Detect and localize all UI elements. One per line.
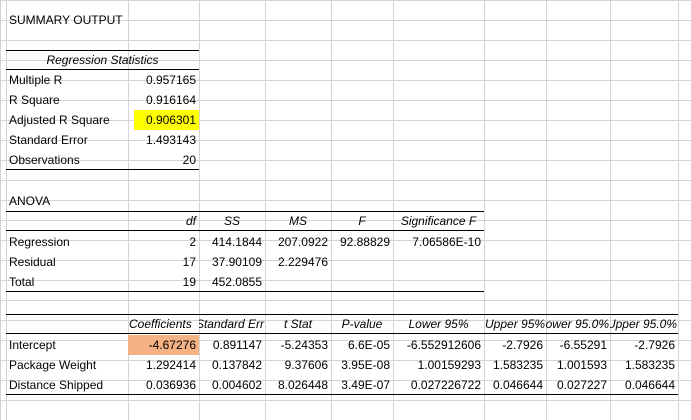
anova-df[interactable]: 2 — [128, 232, 199, 252]
coef-cell[interactable]: 0.137842 — [199, 355, 265, 375]
coef-cell[interactable]: 1.001593 — [546, 355, 610, 375]
coef-header: Standard Err — [199, 314, 265, 334]
coef-header: t Stat — [265, 314, 331, 334]
stat-label[interactable]: Multiple R — [6, 70, 128, 90]
anova-blank — [331, 272, 393, 292]
anova-df[interactable]: 17 — [128, 252, 199, 272]
coef-cell[interactable]: 1.292414 — [128, 355, 199, 375]
anova-row-label[interactable]: Regression — [6, 232, 128, 252]
regression-statistics-header: Regression Statistics — [6, 50, 199, 70]
stat-label[interactable]: Standard Error — [6, 130, 128, 150]
coef-cell[interactable]: 0.036936 — [128, 375, 199, 395]
anova-ms[interactable]: 2.229476 — [265, 252, 331, 272]
spreadsheet-grid[interactable]: SUMMARY OUTPUT Regression Statistics Mul… — [0, 0, 691, 420]
anova-ms[interactable]: 207.0922 — [265, 232, 331, 252]
anova-ss[interactable]: 452.0855 — [199, 272, 265, 292]
coef-cell[interactable]: 9.37606 — [265, 355, 331, 375]
coef-cell[interactable]: -6.552912606 — [393, 335, 484, 355]
stat-value[interactable]: 20 — [128, 150, 199, 170]
coef-cell[interactable]: 8.026448 — [265, 375, 331, 395]
coef-cell[interactable]: 1.583235 — [610, 355, 678, 375]
coef-header-blank — [6, 314, 128, 334]
coef-cell[interactable]: -2.7926 — [484, 335, 546, 355]
coef-header: Lower 95% — [393, 314, 484, 334]
coef-header: P-value — [331, 314, 393, 334]
anova-row-label[interactable]: Residual — [6, 252, 128, 272]
coef-cell[interactable]: 1.00159293 — [393, 355, 484, 375]
stat-value[interactable]: 0.957165 — [128, 70, 199, 90]
anova-header-f: F — [331, 211, 393, 231]
stat-label[interactable]: R Square — [6, 90, 128, 110]
coef-cell[interactable]: 0.891147 — [199, 335, 265, 355]
anova-title: ANOVA — [9, 194, 51, 208]
anova-f[interactable]: 92.88829 — [331, 232, 393, 252]
coef-cell[interactable]: -5.24353 — [265, 335, 331, 355]
stat-label[interactable]: Observations — [6, 150, 128, 170]
anova-header-blank — [6, 211, 128, 231]
anova-blank — [265, 272, 331, 292]
anova-header-ms: MS — [265, 211, 331, 231]
stat-value[interactable]: 1.493143 — [128, 130, 199, 150]
coef-cell[interactable]: 0.004602 — [199, 375, 265, 395]
anova-header-df: df — [128, 211, 199, 231]
coef-cell[interactable]: 1.583235 — [484, 355, 546, 375]
anova-header-ss: SS — [199, 211, 265, 231]
coef-cell[interactable]: -2.7926 — [610, 335, 678, 355]
anova-row-label[interactable]: Total — [6, 272, 128, 292]
coef-header: Lower 95.0% — [546, 314, 610, 334]
anova-ss[interactable]: 414.1844 — [199, 232, 265, 252]
coef-cell[interactable]: 0.046644 — [484, 375, 546, 395]
stat-label[interactable]: Adjusted R Square — [6, 110, 128, 130]
adjusted-r-square-value[interactable]: 0.906301 — [134, 110, 199, 130]
summary-title: SUMMARY OUTPUT — [9, 13, 123, 27]
coef-cell[interactable]: 0.027226722 — [393, 375, 484, 395]
intercept-coefficient-value[interactable]: -4.67276 — [128, 335, 199, 355]
anova-df[interactable]: 19 — [128, 272, 199, 292]
anova-header-significance: Significance F — [393, 211, 484, 231]
anova-significance[interactable]: 7.06586E-10 — [393, 232, 484, 252]
coef-cell[interactable]: -6.55291 — [546, 335, 610, 355]
coef-cell[interactable]: 0.046644 — [610, 375, 678, 395]
coef-row-label[interactable]: Distance Shipped — [6, 375, 128, 395]
coef-header: Upper 95% — [484, 314, 546, 334]
column-gridline — [678, 0, 679, 420]
coef-header: Upper 95.0% — [610, 314, 678, 334]
coef-cell[interactable]: 6.6E-05 — [331, 335, 393, 355]
coef-cell[interactable]: 3.49E-07 — [331, 375, 393, 395]
coef-cell[interactable]: 3.95E-08 — [331, 355, 393, 375]
coef-row-label[interactable]: Package Weight — [6, 355, 128, 375]
coef-cell[interactable]: 0.027227 — [546, 375, 610, 395]
stat-value[interactable]: 0.916164 — [128, 90, 199, 110]
coef-header: Coefficients — [128, 314, 199, 334]
coef-row-label[interactable]: Intercept — [6, 335, 128, 355]
anova-ss[interactable]: 37.90109 — [199, 252, 265, 272]
anova-blank — [393, 272, 484, 292]
